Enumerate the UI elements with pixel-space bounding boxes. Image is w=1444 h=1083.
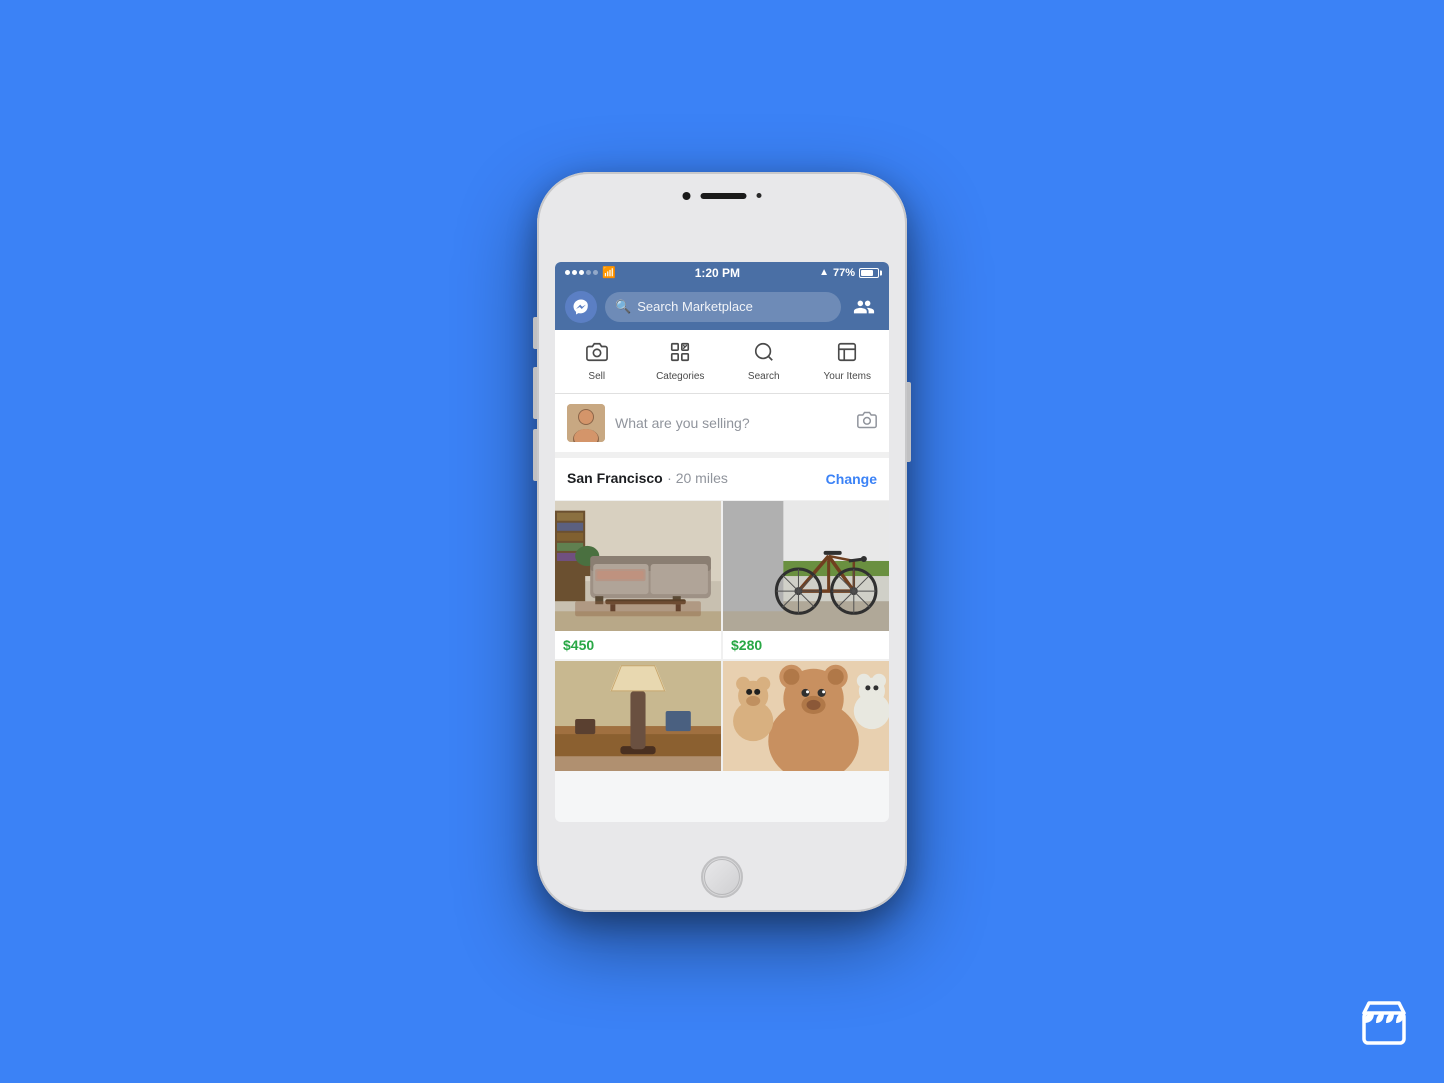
change-location-button[interactable]: Change (826, 471, 877, 487)
sell-camera-icon (586, 341, 608, 369)
your-items-icon (836, 341, 858, 369)
categories-icon (669, 341, 691, 369)
sell-bar: What are you selling? (555, 394, 889, 458)
search-bar[interactable]: 🔍 Search Marketplace (605, 292, 841, 322)
bike-price: $280 (723, 631, 889, 659)
phone-shell: 📶 1:20 PM ▲ 77% (537, 172, 907, 912)
signal-dot-2 (572, 270, 577, 275)
nav-item-your-items[interactable]: Your Items (806, 333, 890, 390)
bears-image (723, 661, 889, 771)
bottom-nav: Sell Categorie (555, 330, 889, 394)
sell-input-area[interactable]: What are you selling? (615, 410, 877, 435)
status-right: ▲ 77% (819, 267, 879, 279)
phone-screen: 📶 1:20 PM ▲ 77% (555, 262, 889, 822)
location-info: San Francisco · 20 miles (567, 470, 728, 488)
listing-card-sofa[interactable]: $450 (555, 501, 721, 659)
lamp-image (555, 661, 721, 771)
wifi-icon: 📶 (602, 266, 616, 279)
phone-device: 📶 1:20 PM ▲ 77% (537, 172, 907, 912)
phone-notch (683, 192, 762, 200)
volume-up-button (533, 367, 537, 419)
your-items-label: Your Items (824, 371, 871, 382)
home-button-inner (704, 859, 740, 895)
sell-camera-icon (857, 410, 877, 435)
sofa-image (555, 501, 721, 631)
status-left: 📶 (565, 266, 616, 279)
screen-content: Sell Categorie (555, 330, 889, 822)
mute-button (533, 317, 537, 349)
bluetooth-icon: ▲ (819, 267, 829, 278)
user-avatar (567, 404, 605, 442)
power-button (907, 382, 911, 462)
search-nav-icon (753, 341, 775, 369)
listing-card-bike[interactable]: $280 (723, 501, 889, 659)
search-icon: 🔍 (615, 299, 631, 315)
signal-dot-3 (579, 270, 584, 275)
status-time: 1:20 PM (695, 266, 740, 280)
battery-icon (859, 268, 879, 278)
nav-bar: 🔍 Search Marketplace (555, 284, 889, 330)
battery-percent: 77% (833, 267, 855, 279)
messenger-icon[interactable] (565, 291, 597, 323)
profile-icon[interactable] (849, 292, 879, 322)
nav-item-sell[interactable]: Sell (555, 333, 639, 390)
bike-image (723, 501, 889, 631)
nav-item-search[interactable]: Search (722, 333, 806, 390)
nav-item-categories[interactable]: Categories (639, 333, 723, 390)
sell-label: Sell (588, 371, 605, 382)
sensor-dot (757, 193, 762, 198)
home-button[interactable] (701, 856, 743, 898)
volume-down-button (533, 429, 537, 481)
earpiece (701, 193, 747, 199)
location-bar: San Francisco · 20 miles Change (555, 458, 889, 501)
search-placeholder: Search Marketplace (637, 299, 753, 314)
status-bar: 📶 1:20 PM ▲ 77% (555, 262, 889, 284)
front-camera (683, 192, 691, 200)
listings-grid: $450 (555, 501, 889, 771)
search-nav-label: Search (748, 371, 780, 382)
signal-strength (565, 270, 598, 275)
signal-dot-5 (593, 270, 598, 275)
location-distance: · 20 miles (667, 470, 728, 486)
listing-card-lamp[interactable] (555, 661, 721, 771)
signal-dot-4 (586, 270, 591, 275)
signal-dot-1 (565, 270, 570, 275)
marketplace-corner-icon (1354, 993, 1414, 1053)
sofa-price: $450 (555, 631, 721, 659)
sell-placeholder: What are you selling? (615, 415, 750, 431)
listing-card-bears[interactable] (723, 661, 889, 771)
location-city: San Francisco (567, 470, 663, 486)
categories-label: Categories (656, 371, 704, 382)
